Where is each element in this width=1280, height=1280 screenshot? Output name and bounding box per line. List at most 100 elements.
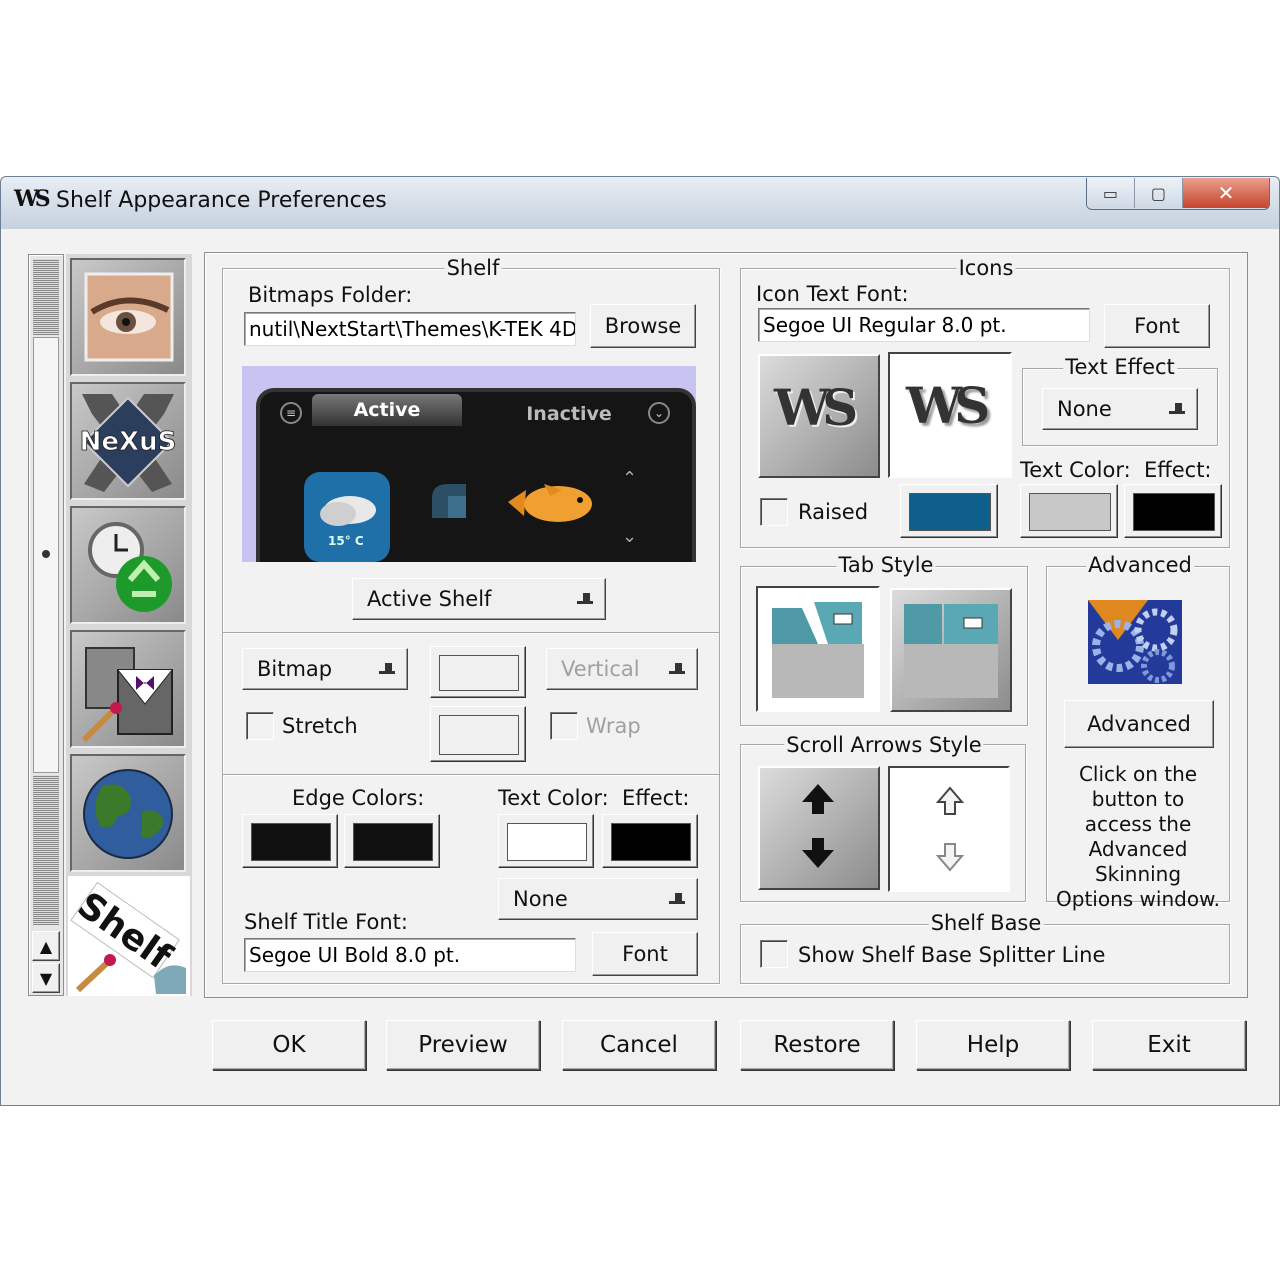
wrap-checkbox[interactable]: [550, 712, 578, 740]
shelf-title-font-label: Shelf Title Font:: [244, 910, 408, 934]
preview-button[interactable]: Preview: [386, 1020, 540, 1070]
advanced-group-label: Advanced: [1086, 553, 1194, 577]
dropdown-arrow-icon: [577, 593, 593, 604]
advanced-description: Click on the button to access the Advanc…: [1056, 762, 1220, 911]
sidebar: NeXuS Shelf: [66, 254, 192, 996]
stretch-label: Stretch: [282, 714, 358, 738]
sidebar-item-globe[interactable]: [70, 754, 186, 872]
raised-color-swatch[interactable]: [900, 484, 998, 538]
background-type-select[interactable]: Bitmap: [242, 648, 408, 690]
bitmap-swatch-1-fill: [439, 655, 519, 691]
eye-icon: [84, 272, 174, 362]
icon-text-color-fill: [1029, 493, 1111, 531]
app-logo-icon: WS: [14, 186, 51, 212]
ok-button[interactable]: OK: [212, 1020, 366, 1070]
close-button[interactable]: ✕: [1182, 178, 1269, 208]
wrap-label: Wrap: [586, 714, 641, 738]
edge-color-2[interactable]: [344, 814, 440, 868]
icons-group-label: Icons: [956, 256, 1016, 280]
window-controls: ▭ ▢ ✕: [1086, 178, 1270, 210]
bitmap-swatch-2-fill: [439, 715, 519, 755]
scroll-arrows-outline[interactable]: [888, 766, 1010, 892]
background-type-value: Bitmap: [257, 657, 333, 681]
shelf-effect-label: Effect:: [622, 786, 690, 810]
preview-menu-icon: ≡: [280, 402, 302, 424]
weather-temp: 15° C: [328, 534, 364, 548]
shelf-title-font-field[interactable]: Segoe UI Bold 8.0 pt.: [244, 938, 576, 972]
nexus-logo-text: NeXuS: [80, 427, 177, 457]
shelf-font-button[interactable]: Font: [592, 932, 698, 976]
edge-colors-label: Edge Colors:: [292, 786, 425, 810]
advanced-button[interactable]: Advanced: [1064, 700, 1214, 748]
icon-text-color-swatch[interactable]: [1020, 484, 1118, 538]
shelf-state-select[interactable]: Active Shelf: [352, 578, 606, 620]
maximize-button[interactable]: ▢: [1134, 178, 1183, 208]
nexus-logo-icon: NeXuS: [79, 394, 177, 492]
dropdown-arrow-icon: [1169, 403, 1185, 414]
sidebar-item-shelf[interactable]: Shelf: [68, 876, 190, 996]
icon-effect-label: Effect:: [1144, 458, 1212, 482]
scroll-down-button[interactable]: ▼: [32, 963, 60, 993]
shelf-effect-select[interactable]: None: [498, 878, 698, 920]
minimize-button[interactable]: ▭: [1087, 178, 1135, 208]
edge-color-1-fill: [251, 823, 331, 861]
shelf-icon: Shelf: [68, 876, 190, 996]
bitmaps-folder-label: Bitmaps Folder:: [248, 283, 413, 307]
bitmap-swatch-2[interactable]: [430, 706, 526, 762]
icon-effect-color-fill: [1133, 493, 1215, 531]
preview-scroll-up-icon: ⌃: [622, 468, 638, 489]
shelf-base-label: Shelf Base: [928, 911, 1044, 935]
icon-font-button[interactable]: Font: [1104, 304, 1210, 348]
scrollbar-thumb[interactable]: [33, 337, 59, 773]
icon-text-font-field[interactable]: Segoe UI Regular 8.0 pt.: [758, 308, 1090, 342]
icon-style-flat[interactable]: WS: [758, 354, 880, 478]
splitter-line-checkbox[interactable]: [760, 940, 788, 968]
gears-icon: [1088, 600, 1182, 684]
shelf-effect-color-swatch[interactable]: [602, 814, 698, 868]
scrollbar-track-top: [33, 259, 59, 335]
mailbox-icon: [432, 484, 466, 518]
scrollbar-track-bottom: [33, 775, 59, 925]
tab-style-slanted[interactable]: [756, 586, 880, 712]
sidebar-item-eye[interactable]: [70, 258, 186, 376]
icon-effect-color-swatch[interactable]: [1124, 484, 1222, 538]
sidebar-scrollbar[interactable]: ▲ ▼: [28, 254, 64, 996]
cancel-button[interactable]: Cancel: [562, 1020, 716, 1070]
shelf-effect-value: None: [513, 887, 568, 911]
scrollbar-grip-icon: [42, 550, 50, 558]
stretch-checkbox[interactable]: [246, 712, 274, 740]
exit-button[interactable]: Exit: [1092, 1020, 1246, 1070]
ws-logo-raised-icon: WS: [906, 376, 990, 435]
scroll-arrows-bold[interactable]: [758, 766, 880, 890]
dropdown-arrow-icon: [379, 663, 395, 674]
slanted-tab-icon: [772, 602, 864, 698]
sidebar-item-tuxedo[interactable]: [70, 630, 186, 748]
raised-label: Raised: [798, 500, 869, 524]
preview-inactive-tab: Inactive: [526, 403, 612, 425]
shelf-text-color-swatch[interactable]: [498, 814, 594, 868]
sidebar-item-clock-recycle[interactable]: [70, 506, 186, 624]
raised-checkbox[interactable]: [760, 498, 788, 526]
icon-style-raised[interactable]: WS: [888, 352, 1012, 478]
help-button[interactable]: Help: [916, 1020, 1070, 1070]
ws-logo-icon: WS: [774, 378, 858, 437]
raised-color-fill: [909, 493, 991, 531]
browse-button[interactable]: Browse: [590, 304, 696, 348]
sidebar-item-nexus[interactable]: NeXuS: [70, 382, 186, 500]
splitter-line-label: Show Shelf Base Splitter Line: [798, 943, 1106, 967]
bitmap-swatch-1[interactable]: [430, 646, 526, 698]
orientation-select[interactable]: Vertical: [546, 648, 698, 690]
shelf-divider-1: [223, 632, 719, 634]
weather-icon: 15° C: [304, 472, 390, 562]
restore-button[interactable]: Restore: [740, 1020, 894, 1070]
bitmaps-folder-field[interactable]: nutil\NextStart\Themes\K-TEK 4D\: [244, 312, 576, 346]
edge-color-1[interactable]: [242, 814, 338, 868]
tab-style-square[interactable]: [890, 588, 1012, 712]
outline-arrows-icon: [935, 786, 965, 872]
clock-recycle-icon: [88, 522, 172, 612]
icon-text-effect-value: None: [1057, 397, 1112, 421]
scroll-up-button[interactable]: ▲: [32, 931, 60, 961]
icon-text-effect-select[interactable]: None: [1042, 388, 1198, 430]
shelf-group-label: Shelf: [444, 256, 502, 280]
shelf-preview: Active Inactive ≡ ⌄ 15° C ⌃ ⌄: [242, 366, 696, 562]
